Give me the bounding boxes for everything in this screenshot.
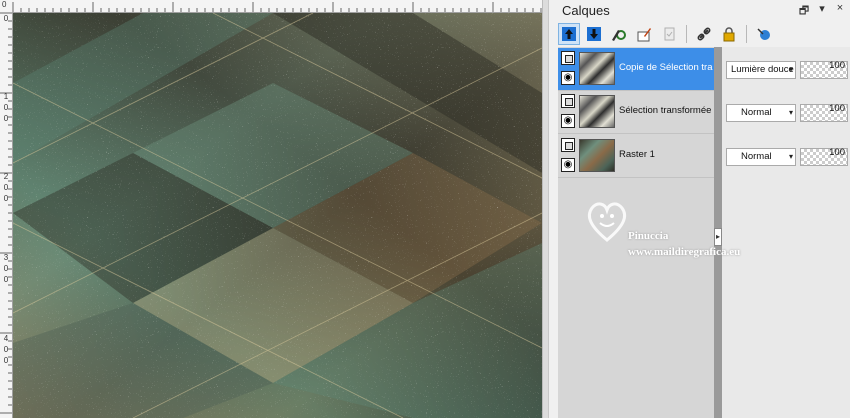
ruler-top-label: 0	[2, 0, 7, 9]
ruler-label: 2	[3, 172, 9, 181]
layer-row-selection-transformee[interactable]: ◉ Sélection transformée	[558, 91, 714, 134]
lock-icon	[723, 27, 735, 42]
canvas-area[interactable]: 0 0 1 0 0 2 0 0 3 0 0 4 0 0	[0, 0, 549, 418]
delete-layer-button[interactable]	[658, 23, 680, 45]
link-layer-button[interactable]	[693, 23, 715, 45]
ruler-label: 0	[3, 103, 9, 112]
layer-group-icon	[561, 51, 575, 65]
opacity-field[interactable]: 100	[800, 147, 848, 166]
ruler-label: 0	[3, 194, 9, 203]
blend-mode-value: Normal	[741, 151, 772, 162]
new-vector-layer-icon	[587, 27, 601, 41]
toolbar-separator	[686, 25, 687, 43]
ruler-label: 1	[3, 92, 9, 101]
ruler-label: 0	[3, 275, 9, 284]
layer-name: Copie de Sélection tran	[619, 62, 713, 73]
new-raster-layer-button[interactable]	[558, 23, 580, 45]
ruler-label: 0	[3, 264, 9, 273]
chevron-down-icon: ▾	[788, 152, 793, 161]
layer-thumbnail	[579, 139, 615, 172]
opacity-value: 100	[829, 147, 845, 158]
layers-toolbar	[558, 21, 775, 47]
ruler-label: 0	[3, 114, 9, 123]
opacity-value: 100	[829, 60, 845, 71]
palette-controls: 🗗 ▾ ×	[798, 2, 846, 21]
blend-mode-value: Normal	[741, 107, 772, 118]
visibility-eye-icon[interactable]: ◉	[561, 158, 575, 172]
blend-mode-select[interactable]: Lumière douce ▾	[726, 61, 796, 79]
blend-mode-select[interactable]: Normal ▾	[726, 104, 796, 122]
toolbar-separator	[746, 25, 747, 43]
ruler-label: 0	[3, 183, 9, 192]
watermark-name: Pinuccia	[628, 230, 669, 242]
layer-thumbnail	[579, 95, 615, 128]
layer-name: Raster 1	[619, 149, 655, 160]
opacity-field[interactable]: 100	[800, 60, 848, 79]
chevron-down-icon[interactable]: ▾	[816, 2, 828, 21]
mask-icon	[757, 28, 770, 40]
close-icon[interactable]: ×	[834, 2, 846, 21]
opacity-field[interactable]: 100	[800, 103, 848, 122]
blend-mode-select[interactable]: Normal ▾	[726, 148, 796, 166]
image-canvas[interactable]	[13, 13, 542, 418]
layer-name: Sélection transformée	[619, 105, 712, 116]
splitter-arrow-icon[interactable]: ▸	[714, 228, 722, 246]
restore-icon[interactable]: 🗗	[798, 2, 810, 21]
layer-properties-button[interactable]	[608, 23, 630, 45]
link-icon	[697, 27, 711, 41]
chevron-down-icon: ▾	[788, 65, 793, 74]
ruler-label: 0	[3, 14, 9, 23]
layer-group-icon	[561, 138, 575, 152]
delete-layer-icon	[664, 27, 675, 41]
lock-layer-button[interactable]	[718, 23, 740, 45]
brush-layer-button[interactable]	[633, 23, 655, 45]
watermark-url: www.maildiregrafica.eu	[628, 246, 741, 258]
palette-title: Calques	[562, 3, 610, 18]
heart-smiley-logo	[587, 202, 627, 242]
brush-icon	[637, 28, 651, 42]
layer-row-raster-1[interactable]: ◉ Raster 1	[558, 135, 714, 178]
vertical-ruler: 0 1 0 0 2 0 0 3 0 0 4 0 0	[0, 12, 13, 418]
horizontal-ruler: 0	[0, 0, 542, 13]
mask-layer-button[interactable]	[753, 23, 775, 45]
new-vector-layer-button[interactable]	[583, 23, 605, 45]
new-raster-layer-icon	[562, 27, 576, 41]
ruler-label: 0	[3, 345, 9, 354]
layer-row-copie-selection[interactable]: ◉ Copie de Sélection tran	[558, 48, 714, 91]
ruler-label: 3	[3, 253, 9, 262]
layer-group-icon	[561, 94, 575, 108]
visibility-eye-icon[interactable]: ◉	[561, 114, 575, 128]
chevron-down-icon: ▾	[788, 108, 793, 117]
ruler-label: 0	[3, 356, 9, 365]
layer-properties-icon	[612, 30, 626, 41]
visibility-eye-icon[interactable]: ◉	[561, 71, 575, 85]
blend-mode-value: Lumière douce	[731, 64, 794, 75]
layer-thumbnail	[579, 52, 615, 85]
opacity-value: 100	[829, 103, 845, 114]
ruler-label: 4	[3, 334, 9, 343]
